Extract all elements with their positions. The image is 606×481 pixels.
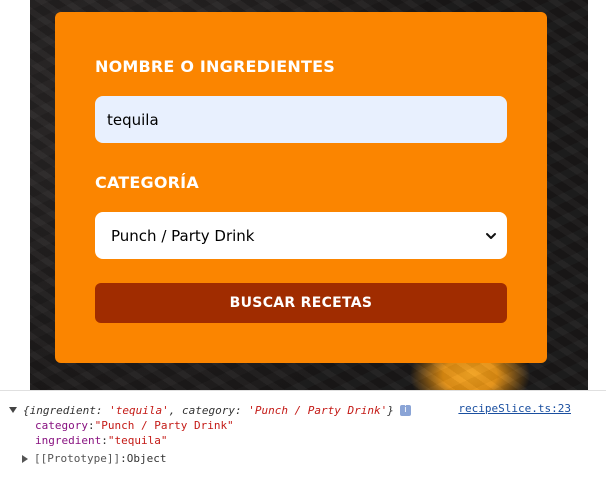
prototype-key: [[Prototype]] [34,452,121,465]
search-recipes-button[interactable]: BUSCAR RECETAS [95,283,507,323]
property-row-ingredient: ingredient: "tequila" [35,433,167,448]
prototype-value: Object [126,452,167,465]
summary-key-category: category [181,403,235,417]
property-separator: : [101,434,108,447]
property-separator: : [87,419,95,432]
category-select[interactable]: Punch / Party Drink [95,212,507,259]
summary-colon: : [234,403,249,417]
chevron-down-icon [486,232,496,239]
triangle-right-icon[interactable] [22,454,28,463]
ingredient-input[interactable]: tequila [95,96,507,143]
property-value: "Punch / Party Drink" [94,419,234,432]
object-summary: {ingredient: 'tequila', category: 'Punch… [23,404,394,417]
summary-value-ingredient: 'tequila' [109,403,169,417]
summary-colon: : [95,403,110,417]
ingredient-label: NOMBRE O INGREDIENTES [95,57,335,76]
summary-key-ingredient: ingredient [29,403,96,417]
triangle-down-icon[interactable] [9,407,17,413]
prototype-separator: : [120,452,127,465]
property-key: category [35,419,88,432]
ingredient-input-value: tequila [107,110,159,129]
category-label: CATEGORÍA [95,173,199,192]
devtools-console: {ingredient: 'tequila', category: 'Punch… [0,390,606,481]
summary-brace-close: } [387,403,394,417]
source-link[interactable]: recipeSlice.ts:23 [458,402,571,415]
search-form: NOMBRE O INGREDIENTES tequila CATEGORÍA … [55,12,547,363]
prototype-row[interactable]: [[Prototype]]: Object [22,451,166,466]
property-value: "tequila" [107,434,168,447]
property-row-category: category: "Punch / Party Drink" [35,418,234,433]
property-key: ingredient [35,434,102,447]
app-area: NOMBRE O INGREDIENTES tequila CATEGORÍA … [0,0,606,390]
summary-brace-open: { [23,403,30,417]
summary-comma: , [168,403,182,417]
category-selected-value: Punch / Party Drink [111,226,255,245]
info-icon[interactable]: i [399,404,411,416]
summary-value-category: 'Punch / Party Drink' [248,403,388,417]
